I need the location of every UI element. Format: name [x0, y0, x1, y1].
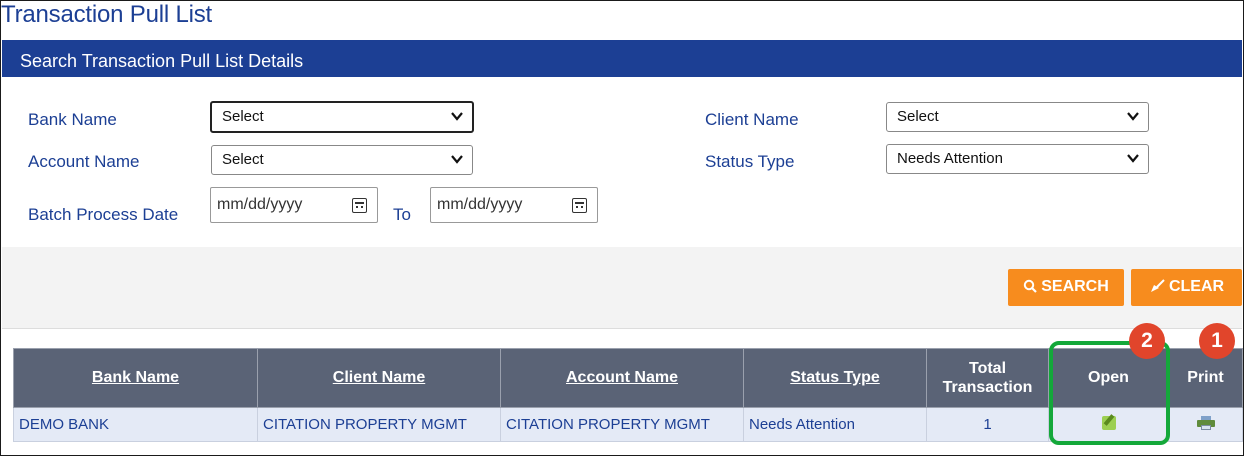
chevron-down-icon	[451, 112, 463, 121]
status-type-select[interactable]: Needs Attention	[886, 144, 1149, 174]
search-icon	[1024, 279, 1037, 293]
column-header-bank-name[interactable]: Bank Name	[13, 348, 258, 408]
callout-badge-print: 1	[1199, 323, 1235, 359]
date-from-placeholder: mm/dd/yyyy	[217, 196, 303, 213]
calendar-icon[interactable]	[352, 198, 367, 213]
action-toolbar: SEARCH CLEAR	[2, 247, 1242, 329]
search-form: Bank Name Select Account Name Select Bat…	[2, 77, 1242, 247]
cell-client-name: CITATION PROPERTY MGMT	[257, 407, 501, 442]
date-to-placeholder: mm/dd/yyyy	[437, 196, 523, 213]
column-header-status-type[interactable]: Status Type	[743, 348, 927, 408]
batch-date-to-input[interactable]: mm/dd/yyyy	[430, 187, 598, 223]
chevron-down-icon	[1127, 154, 1139, 163]
broom-icon	[1150, 279, 1165, 292]
page-title: Transaction Pull List	[1, 1, 213, 28]
printer-icon[interactable]	[1196, 415, 1215, 430]
column-header-total-transaction: Total Transaction	[926, 348, 1049, 408]
search-button-label: SEARCH	[1041, 278, 1109, 295]
cell-status-type: Needs Attention	[743, 407, 927, 442]
column-header-account-name[interactable]: Account Name	[500, 348, 744, 408]
clear-button-label: CLEAR	[1168, 278, 1225, 295]
cell-bank-name: DEMO BANK	[13, 407, 258, 442]
to-label: To	[393, 205, 411, 224]
batch-process-date-label: Batch Process Date	[28, 205, 179, 224]
calendar-icon[interactable]	[572, 198, 587, 213]
callout-badge-open: 2	[1129, 323, 1165, 359]
bank-name-select-value: Select	[222, 108, 264, 125]
status-type-label: Status Type	[705, 152, 795, 171]
bank-name-select[interactable]: Select	[210, 101, 474, 133]
account-name-label: Account Name	[28, 152, 140, 171]
search-button[interactable]: SEARCH	[1008, 269, 1124, 306]
clear-button[interactable]: CLEAR	[1131, 269, 1242, 306]
chevron-down-icon	[451, 155, 463, 164]
column-header-print: Print	[1168, 348, 1243, 408]
account-name-select[interactable]: Select	[211, 145, 473, 175]
cell-account-name: CITATION PROPERTY MGMT	[500, 407, 744, 442]
account-name-select-value: Select	[222, 151, 264, 168]
status-type-select-value: Needs Attention	[897, 150, 1003, 167]
client-name-label: Client Name	[705, 110, 799, 129]
panel-header: Search Transaction Pull List Details	[2, 40, 1242, 77]
column-header-client-name[interactable]: Client Name	[257, 348, 501, 408]
batch-date-from-input[interactable]: mm/dd/yyyy	[210, 187, 378, 223]
client-name-select-value: Select	[897, 108, 939, 125]
chevron-down-icon	[1127, 112, 1139, 121]
cell-print	[1168, 407, 1243, 442]
cell-total-transaction: 1	[926, 407, 1049, 442]
client-name-select[interactable]: Select	[886, 102, 1149, 132]
bank-name-label: Bank Name	[28, 110, 117, 129]
